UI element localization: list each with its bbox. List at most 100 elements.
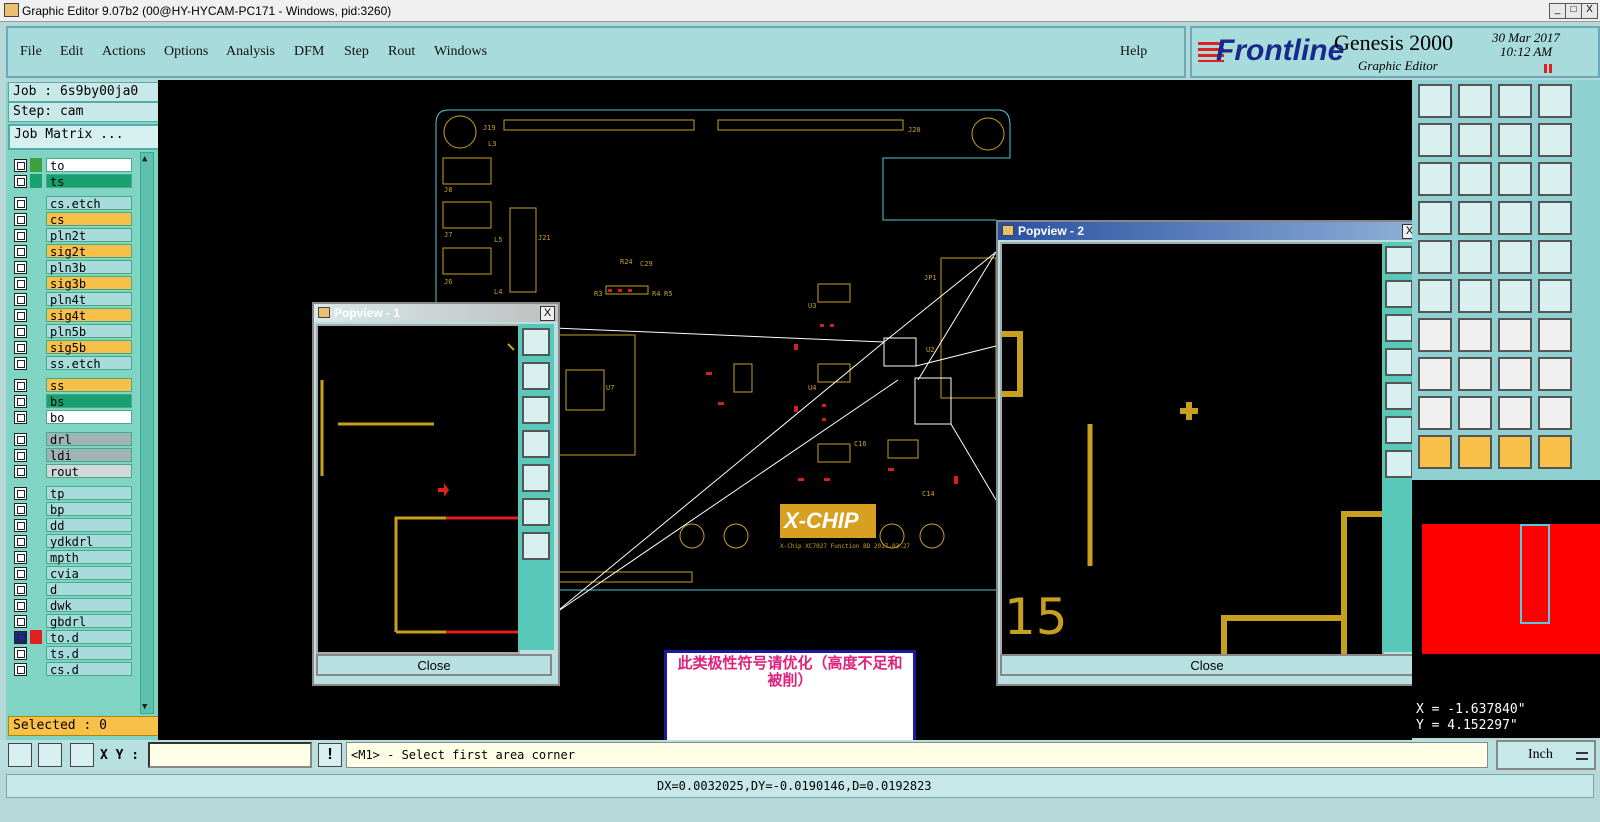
layer-name[interactable]: sig2t bbox=[46, 244, 132, 259]
layer-checkbox[interactable] bbox=[14, 567, 27, 580]
layer-row[interactable]: bo bbox=[12, 410, 132, 425]
layer-checkbox[interactable] bbox=[14, 449, 27, 462]
layer-row[interactable]: dwk bbox=[12, 598, 132, 613]
move-up-icon[interactable] bbox=[1418, 84, 1452, 118]
connect-icon[interactable] bbox=[1418, 279, 1452, 313]
select-path-icon[interactable] bbox=[1538, 435, 1572, 469]
layer-name[interactable]: d bbox=[46, 582, 132, 597]
move-down-icon[interactable] bbox=[1458, 84, 1492, 118]
pan-left-icon[interactable] bbox=[522, 430, 550, 458]
layer-row[interactable]: cs.d bbox=[12, 662, 132, 677]
layer-name[interactable]: to bbox=[46, 158, 132, 173]
layer-name[interactable]: rout bbox=[46, 464, 132, 479]
layer-row[interactable]: bs bbox=[12, 394, 132, 409]
layer-name[interactable]: dd bbox=[46, 518, 132, 533]
layer-row[interactable]: pln2t bbox=[12, 228, 132, 243]
layer-name[interactable]: cvia bbox=[46, 566, 132, 581]
units-selector[interactable]: Inch bbox=[1496, 740, 1596, 770]
minimize-button[interactable]: _ bbox=[1549, 3, 1566, 19]
layer-checkbox[interactable] bbox=[14, 411, 27, 424]
zoom-fit-icon[interactable] bbox=[1385, 246, 1413, 274]
layer-checkbox[interactable] bbox=[14, 293, 27, 306]
undo-icon[interactable] bbox=[1498, 123, 1532, 157]
layer-row[interactable]: drl bbox=[12, 432, 132, 447]
scale-icon[interactable] bbox=[1498, 162, 1532, 196]
layer-name[interactable]: cs.etch bbox=[46, 196, 132, 211]
point-icon[interactable] bbox=[1498, 279, 1532, 313]
layer-row[interactable]: gbdrl bbox=[12, 614, 132, 629]
zoom-in-icon[interactable] bbox=[522, 498, 550, 526]
popview-1-close-icon[interactable]: X bbox=[540, 306, 555, 321]
pan-up-icon[interactable] bbox=[522, 362, 550, 390]
layer-name[interactable]: ss bbox=[46, 378, 132, 393]
layer-checkbox[interactable] bbox=[14, 583, 27, 596]
layer-name[interactable]: cs.d bbox=[46, 662, 132, 677]
layer-name[interactable]: sig4t bbox=[46, 308, 132, 323]
pad-icon[interactable] bbox=[1418, 240, 1452, 274]
layer-checkbox[interactable] bbox=[14, 325, 27, 338]
layer-name[interactable]: ts bbox=[46, 174, 132, 189]
settings-icon[interactable] bbox=[1418, 201, 1452, 235]
layer-name[interactable]: to.d bbox=[46, 630, 132, 645]
menu-analysis[interactable]: Analysis bbox=[226, 44, 275, 60]
text-a-icon[interactable] bbox=[1498, 396, 1532, 430]
layer-checkbox[interactable] bbox=[14, 615, 27, 628]
popview-2-titlebar[interactable]: Popview - 2 bbox=[998, 222, 1420, 240]
close-button[interactable]: X bbox=[1581, 3, 1598, 19]
mirror-icon[interactable] bbox=[1498, 357, 1532, 391]
line-icon[interactable] bbox=[1458, 240, 1492, 274]
layer-checkbox[interactable] bbox=[14, 395, 27, 408]
layer-row[interactable]: sig2t bbox=[12, 244, 132, 259]
layer-checkbox[interactable] bbox=[14, 599, 27, 612]
scroll-down-icon[interactable]: ▼ bbox=[142, 702, 152, 712]
layer-row[interactable]: sig4t bbox=[12, 308, 132, 323]
job-matrix-button[interactable]: Job Matrix ... bbox=[8, 124, 164, 150]
pan-down-icon[interactable] bbox=[1385, 314, 1413, 342]
select-box-icon[interactable] bbox=[1458, 435, 1492, 469]
layer-checkbox[interactable] bbox=[14, 487, 27, 500]
window-icon[interactable] bbox=[1538, 84, 1572, 118]
menu-help[interactable]: Help bbox=[1120, 44, 1147, 60]
layer-row[interactable]: to.d bbox=[12, 630, 132, 645]
diag-icon[interactable] bbox=[1458, 318, 1492, 352]
snap-icon[interactable] bbox=[1418, 357, 1452, 391]
layer-checkbox[interactable] bbox=[14, 647, 27, 660]
popview-1-close-button[interactable]: Close bbox=[316, 654, 552, 676]
layer-checkbox[interactable] bbox=[14, 503, 27, 516]
bracket-icon[interactable] bbox=[1538, 318, 1572, 352]
layer-row[interactable]: mpth bbox=[12, 550, 132, 565]
layer-checkbox[interactable] bbox=[14, 631, 27, 644]
layer-name[interactable]: bp bbox=[46, 502, 132, 517]
layer-checkbox[interactable] bbox=[14, 213, 27, 226]
layer-row[interactable]: rout bbox=[12, 464, 132, 479]
layer-name[interactable]: dwk bbox=[46, 598, 132, 613]
copy-icon[interactable] bbox=[1538, 357, 1572, 391]
layer-checkbox[interactable] bbox=[14, 663, 27, 676]
menu-windows[interactable]: Windows bbox=[434, 44, 487, 60]
fit-icon[interactable] bbox=[1418, 162, 1452, 196]
layer-row[interactable]: bp bbox=[12, 502, 132, 517]
layer-row[interactable]: to bbox=[12, 158, 132, 173]
layer-checkbox[interactable] bbox=[14, 535, 27, 548]
pan-left-icon[interactable] bbox=[1385, 348, 1413, 376]
layer-checkbox[interactable] bbox=[14, 465, 27, 478]
layer-scrollbar[interactable]: ▲ ▼ bbox=[140, 152, 154, 714]
pan-down-icon[interactable] bbox=[522, 396, 550, 424]
layer-row[interactable]: ss bbox=[12, 378, 132, 393]
xy-input-box[interactable] bbox=[148, 742, 312, 768]
layer-name[interactable]: drl bbox=[46, 432, 132, 447]
layer-row[interactable]: ss.etch bbox=[12, 356, 132, 371]
layer-name[interactable]: ss.etch bbox=[46, 356, 132, 371]
layer-row[interactable]: cs.etch bbox=[12, 196, 132, 211]
arrow-icon[interactable] bbox=[1538, 279, 1572, 313]
layer-name[interactable]: pln5b bbox=[46, 324, 132, 339]
text-b-icon[interactable] bbox=[1538, 396, 1572, 430]
popview-1-view[interactable] bbox=[316, 324, 520, 654]
layer-checkbox[interactable] bbox=[14, 245, 27, 258]
grid-icon[interactable] bbox=[1458, 201, 1492, 235]
layer-row[interactable]: d bbox=[12, 582, 132, 597]
layer-row[interactable]: ldi bbox=[12, 448, 132, 463]
grid-icon[interactable] bbox=[70, 743, 94, 767]
layer-name[interactable]: pln2t bbox=[46, 228, 132, 243]
layer-row[interactable]: pln5b bbox=[12, 324, 132, 339]
